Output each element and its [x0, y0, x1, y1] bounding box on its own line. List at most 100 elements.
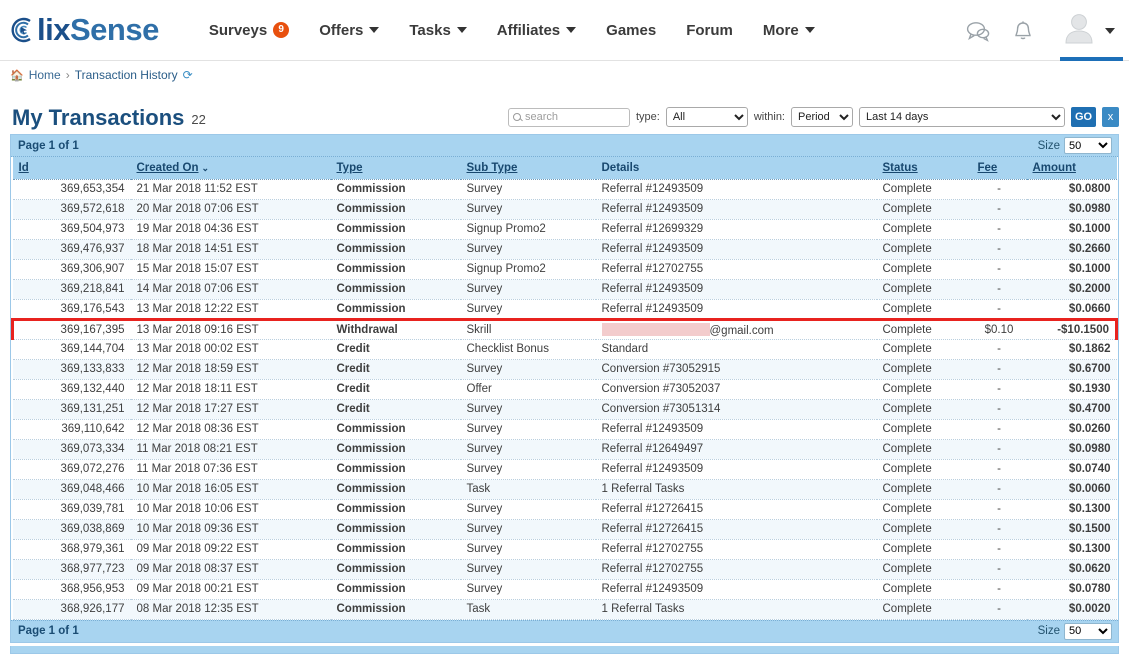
- cell-created-on: 20 Mar 2018 07:06 EST: [130, 199, 331, 220]
- brand-logo[interactable]: lix Sense: [8, 12, 159, 48]
- table-row[interactable]: 369,038,869 10 Mar 2018 09:36 EST Commissi…: [12, 519, 1117, 540]
- go-button[interactable]: GO: [1071, 107, 1096, 127]
- top-navigation-bar: lix Sense Surveys 9 Offers Tasks Affiliat…: [0, 0, 1129, 61]
- cell-sub-type: Survey: [460, 559, 596, 580]
- search-box[interactable]: [507, 107, 630, 127]
- cell-type: Commission: [330, 299, 461, 320]
- cell-type: Credit: [330, 379, 461, 400]
- cell-id: 368,977,723: [12, 559, 131, 580]
- table-row[interactable]: 369,072,276 11 Mar 2018 07:36 EST Commissi…: [12, 459, 1117, 480]
- cell-status: Complete: [876, 579, 972, 600]
- cell-amount: $0.0740: [1026, 459, 1117, 480]
- cell-details: Referral #12493509: [595, 179, 877, 200]
- cell-type: Commission: [330, 439, 461, 460]
- nav-item-offers[interactable]: Offers: [319, 22, 380, 39]
- cell-type: Commission: [330, 579, 461, 600]
- table-row[interactable]: 369,133,833 12 Mar 2018 18:59 EST Credit Su…: [12, 359, 1117, 380]
- cell-sub-type: Survey: [460, 459, 596, 480]
- cell-created-on: 10 Mar 2018 10:06 EST: [130, 499, 331, 520]
- breadcrumb-link-home[interactable]: Home: [29, 68, 61, 82]
- cell-fee: -: [971, 559, 1027, 580]
- column-header-id[interactable]: Id: [12, 157, 131, 180]
- cell-created-on: 18 Mar 2018 14:51 EST: [130, 239, 331, 260]
- cell-id: 369,653,354: [12, 179, 131, 200]
- cell-created-on: 13 Mar 2018 12:22 EST: [130, 299, 331, 320]
- sort-desc-icon: ⌄: [201, 162, 210, 173]
- bell-icon[interactable]: [1013, 20, 1033, 42]
- surveys-badge: 9: [273, 22, 290, 38]
- cell-type: Commission: [330, 599, 461, 620]
- table-row[interactable]: 369,572,618 20 Mar 2018 07:06 EST Commissi…: [12, 199, 1117, 220]
- page-size-label-bottom: Size: [1037, 625, 1060, 637]
- table-row[interactable]: 369,218,841 14 Mar 2018 07:06 EST Commissi…: [12, 279, 1117, 300]
- table-row[interactable]: 369,132,440 12 Mar 2018 18:11 EST Credit Of…: [12, 379, 1117, 400]
- nav-item-games[interactable]: Games: [606, 22, 656, 39]
- period-filter-select[interactable]: Last 14 days: [859, 107, 1065, 127]
- cell-sub-type: Survey: [460, 179, 596, 200]
- home-icon: 🏠: [10, 69, 24, 82]
- column-header-amount[interactable]: Amount: [1026, 157, 1117, 180]
- refresh-icon[interactable]: ⟳: [183, 68, 193, 82]
- table-row[interactable]: 369,476,937 18 Mar 2018 14:51 EST Commissi…: [12, 239, 1117, 260]
- cell-type: Commission: [330, 239, 461, 260]
- top-right-actions: [965, 0, 1123, 61]
- column-header-status[interactable]: Status: [876, 157, 972, 180]
- page-size-select-bottom[interactable]: 50: [1064, 622, 1112, 640]
- table-row[interactable]: 368,926,177 08 Mar 2018 12:35 EST Commissi…: [12, 599, 1117, 620]
- details-text: @gmail.com: [709, 324, 774, 337]
- table-row[interactable]: 369,039,781 10 Mar 2018 10:06 EST Commissi…: [12, 499, 1117, 520]
- search-input[interactable]: [524, 111, 625, 123]
- table-row[interactable]: 369,110,642 12 Mar 2018 08:36 EST Commissi…: [12, 419, 1117, 440]
- clear-filters-button[interactable]: x: [1102, 107, 1119, 127]
- breadcrumb: 🏠 Home › Transaction History ⟳: [0, 61, 1129, 89]
- column-header-created-on[interactable]: Created On ⌄: [130, 157, 331, 180]
- table-row[interactable]: 369,306,907 15 Mar 2018 15:07 EST Commissi…: [12, 259, 1117, 280]
- account-menu[interactable]: [1055, 0, 1123, 61]
- nav-item-surveys[interactable]: Surveys 9: [209, 22, 290, 39]
- table-row[interactable]: 369,048,466 10 Mar 2018 16:05 EST Commissi…: [12, 479, 1117, 500]
- cell-sub-type: Skrill: [460, 317, 596, 340]
- cell-id: 369,132,440: [12, 379, 131, 400]
- nav-item-more[interactable]: More: [763, 22, 815, 39]
- cell-type: Commission: [330, 559, 461, 580]
- column-header-type[interactable]: Type: [330, 157, 461, 180]
- nav-item-forum[interactable]: Forum: [686, 22, 733, 39]
- table-row[interactable]: 369,653,354 21 Mar 2018 11:52 EST Commissi…: [12, 179, 1117, 200]
- table-row[interactable]: 369,131,251 12 Mar 2018 17:27 EST Credit Su…: [12, 399, 1117, 420]
- table-row[interactable]: 368,977,723 09 Mar 2018 08:37 EST Commissi…: [12, 559, 1117, 580]
- column-header-sub-type[interactable]: Sub Type: [460, 157, 596, 180]
- table-row[interactable]: 369,504,973 19 Mar 2018 04:36 EST Commissi…: [12, 219, 1117, 240]
- page-header: My Transactions 22 type: All within: Per…: [0, 89, 1129, 129]
- cell-created-on: 09 Mar 2018 08:37 EST: [130, 559, 331, 580]
- table-row[interactable]: 369,176,543 13 Mar 2018 12:22 EST Commissi…: [12, 299, 1117, 320]
- table-row[interactable]: 369,144,704 13 Mar 2018 00:02 EST Credit Ch…: [12, 339, 1117, 360]
- nav-item-tasks[interactable]: Tasks: [409, 22, 467, 39]
- page-size-control-bottom: Size 50: [1037, 622, 1112, 640]
- cell-details: Referral #12493509: [595, 279, 877, 300]
- cell-details: Standard: [595, 339, 877, 360]
- cell-details: Conversion #73052915: [595, 359, 877, 380]
- cell-details: Referral #12699329: [595, 219, 877, 240]
- cell-fee: -: [971, 599, 1027, 620]
- within-filter-select[interactable]: Period: [791, 107, 853, 127]
- column-header-fee[interactable]: Fee: [971, 157, 1027, 180]
- cell-details: Referral #12702755: [595, 539, 877, 560]
- nav-item-affiliates[interactable]: Affiliates: [497, 22, 577, 39]
- table-row[interactable]: 369,073,334 11 Mar 2018 08:21 EST Commissi…: [12, 439, 1117, 460]
- search-icon: [512, 113, 521, 121]
- page-size-select-top[interactable]: 50: [1064, 137, 1112, 154]
- active-tab-indicator: [1060, 57, 1123, 61]
- table-row[interactable]: 369,167,395 13 Mar 2018 09:16 EST Withdraw…: [11, 317, 1118, 340]
- filter-toolbar: type: All within: Period Last 14 days GO…: [507, 107, 1119, 127]
- table-row[interactable]: 368,979,361 09 Mar 2018 09:22 EST Commissi…: [12, 539, 1117, 560]
- cell-created-on: 21 Mar 2018 11:52 EST: [130, 179, 331, 200]
- cell-status: Complete: [876, 559, 972, 580]
- page-size-control-top: Size 50: [1038, 137, 1112, 154]
- cell-sub-type: Survey: [460, 279, 596, 300]
- breadcrumb-separator: ›: [65, 68, 70, 82]
- table-row[interactable]: 368,956,953 09 Mar 2018 00:21 EST Commissi…: [12, 579, 1117, 600]
- cell-amount: $0.1930: [1026, 379, 1117, 400]
- cell-created-on: 12 Mar 2018 17:27 EST: [130, 399, 331, 420]
- type-filter-select[interactable]: All: [665, 107, 748, 127]
- chat-icon[interactable]: [965, 20, 991, 42]
